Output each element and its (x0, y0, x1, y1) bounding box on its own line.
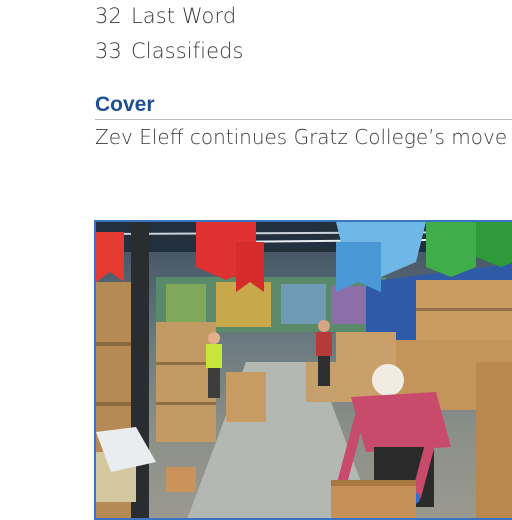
toc-page-number: 33 (95, 39, 122, 63)
cover-photo[interactable] (94, 220, 512, 520)
toc-item-classifieds[interactable]: 33 Classifieds (95, 39, 244, 63)
toc-title: Classifieds (131, 39, 244, 63)
cover-teaser[interactable]: Zev Eleff continues Gratz College’s move (95, 125, 507, 149)
warehouse-photo-illustration (96, 222, 512, 518)
section-heading: Cover (95, 93, 155, 116)
section-divider (95, 119, 512, 120)
toc-page-number: 32 (95, 4, 122, 28)
toc-title: Last Word (131, 4, 237, 28)
toc-item-last-word[interactable]: 32 Last Word (95, 4, 236, 28)
